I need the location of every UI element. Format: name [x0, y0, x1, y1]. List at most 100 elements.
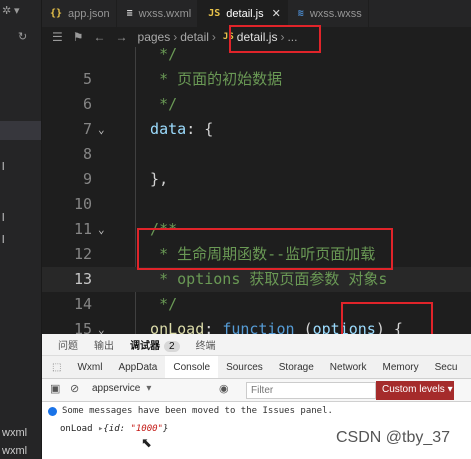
tab-detail-js[interactable]: JS detail.js ✕	[198, 0, 288, 27]
sidebar-toggle-icon[interactable]: ▣	[50, 382, 60, 395]
tab-label: wxss.wxml	[138, 7, 192, 20]
file-type-icon: ≋	[297, 8, 304, 19]
code-text: * 页面的初始数据	[132, 67, 282, 92]
panel-tab[interactable]: 问题	[58, 337, 78, 352]
code-line[interactable]: 8	[42, 142, 471, 167]
code-token: */	[132, 95, 178, 113]
code-token: data	[132, 120, 187, 138]
sidebar-file-fragment[interactable]: wxml	[2, 445, 27, 457]
count-badge: 2	[164, 341, 180, 352]
line-number: 10	[73, 195, 92, 213]
code-editor[interactable]: */5 * 页面的初始数据 6 */7 ⌄ data: {8 9 }, 10 11 ⌄ /*…	[42, 47, 471, 334]
code-text: */	[132, 47, 177, 67]
context-select-value: appservice	[92, 383, 141, 394]
watermark: CSDN @tby_37	[336, 429, 451, 446]
code-token: * 页面的初始数据	[132, 70, 283, 88]
code-text: */	[132, 92, 177, 117]
file-type-icon: {}	[50, 8, 63, 19]
editor-tab-bar: {} app.json ≡ wxss.wxml JS detail.js ✕ ≋ wxss.wx…	[42, 0, 471, 27]
refresh-icon[interactable]: ↻	[18, 30, 27, 43]
chevron-down-icon[interactable]: ▾	[14, 4, 20, 17]
devtools-tab-console[interactable]: Console	[165, 356, 219, 378]
line-number: 14	[73, 295, 92, 313]
chevron-right-icon: ›	[211, 30, 216, 44]
code-token: */	[132, 295, 178, 313]
forward-arrow-icon[interactable]: →	[116, 30, 128, 44]
code-line[interactable]: 13 * options 获取页面参数 对象s	[42, 267, 471, 292]
fold-chevron-icon[interactable]: ⌄	[98, 117, 105, 142]
highlight-box-options	[341, 302, 433, 338]
panel-tab-bar: 问题 输出 调试器 2 终端	[42, 334, 471, 356]
line-number: 8	[82, 145, 92, 163]
console-filter-bar: ▣ ⊘ appservice ▾ ◉ Custom levels ▾	[42, 379, 471, 402]
back-arrow-icon[interactable]: ←	[94, 30, 106, 44]
line-number: 9	[82, 170, 92, 188]
toggle-sidebar-icon[interactable]: ☰	[52, 30, 63, 44]
line-number: 7	[82, 120, 92, 138]
panel-tab[interactable]: 终端	[196, 337, 216, 352]
code-token: : {	[186, 120, 214, 138]
line-number: 6	[82, 95, 92, 113]
highlight-box-comment	[137, 228, 393, 270]
fold-chevron-icon[interactable]: ⌄	[98, 317, 105, 334]
code-token: },	[132, 170, 169, 188]
filter-input[interactable]	[246, 382, 376, 399]
panel-tab-label: 调试器	[130, 341, 160, 352]
code-line[interactable]: 9 },	[42, 167, 471, 192]
devtools-tab-appdata[interactable]: AppData	[110, 356, 165, 378]
sidebar-file-fragment[interactable]: l	[2, 234, 4, 246]
clear-console-icon[interactable]: ⊘	[70, 382, 79, 395]
devtools-tab-storage[interactable]: Storage	[271, 356, 322, 378]
breadcrumb-detail[interactable]: detail	[180, 30, 209, 44]
log-object-value: "1000"	[130, 424, 163, 434]
tab-app-json[interactable]: {} app.json	[42, 0, 117, 27]
panel-tab-label: 输出	[94, 341, 114, 352]
bug-icon[interactable]: ✲	[2, 4, 11, 17]
console-notice-text: Some messages have been moved to the Iss…	[62, 406, 333, 416]
log-levels-dropdown[interactable]: Custom levels ▾	[376, 381, 454, 400]
sidebar-file-fragment[interactable]: l	[2, 212, 4, 224]
bookmark-icon[interactable]: ⚑	[73, 30, 84, 44]
devtools-tab-memory[interactable]: Memory	[374, 356, 426, 378]
chevron-right-icon: ›	[173, 30, 178, 44]
code-token: (	[294, 320, 313, 334]
devtools-tab-secu[interactable]: Secu	[427, 356, 466, 378]
console-log-entry[interactable]: onLoad ▸{id: "1000"}	[60, 424, 168, 434]
line-number: 15	[73, 320, 92, 334]
tab-label: wxss.wxss	[309, 7, 362, 20]
console-notice: Some messages have been moved to the Iss…	[42, 404, 471, 419]
panel-tab[interactable]: 调试器 2	[130, 337, 180, 352]
sidebar-file-fragment[interactable]: wxml	[2, 427, 27, 439]
panel-tab-label: 问题	[58, 341, 78, 352]
eye-icon[interactable]: ◉	[219, 382, 229, 395]
code-token: onLoad	[132, 320, 205, 334]
explorer-sidebar: ✲ ▾ ↻ l l l wxml wxml	[0, 0, 42, 459]
panel-tab[interactable]: 输出	[94, 337, 114, 352]
info-icon	[48, 407, 57, 416]
log-object-open: {id:	[103, 424, 131, 434]
close-icon[interactable]: ✕	[272, 7, 281, 20]
code-token: */	[132, 47, 178, 63]
sidebar-selected-row[interactable]	[0, 121, 41, 140]
code-line[interactable]: 10	[42, 192, 471, 217]
line-number: 12	[73, 245, 92, 263]
tab-wxss-wxss[interactable]: ≋ wxss.wxss	[288, 0, 369, 27]
devtools-tab-wxml[interactable]: Wxml	[69, 356, 110, 378]
code-line[interactable]: 6 */	[42, 92, 471, 117]
code-text: data: {	[132, 117, 213, 142]
code-token: function	[222, 320, 295, 334]
devtools-tab-sources[interactable]: Sources	[218, 356, 271, 378]
fold-chevron-icon[interactable]: ⌄	[98, 217, 105, 242]
tab-label: detail.js	[226, 7, 264, 20]
devtools-tab-network[interactable]: Network	[322, 356, 375, 378]
code-text: },	[132, 167, 168, 192]
code-line[interactable]: 7 ⌄ data: {	[42, 117, 471, 142]
log-label: onLoad	[60, 424, 93, 434]
breadcrumb-pages[interactable]: pages	[138, 30, 171, 44]
inspect-icon[interactable]: ⬚	[42, 356, 69, 378]
mouse-cursor-icon: ⬉	[141, 435, 152, 450]
log-levels-label: Custom levels	[382, 384, 445, 395]
tab-wxss-wxml[interactable]: ≡ wxss.wxml	[117, 0, 199, 27]
sidebar-file-fragment[interactable]: l	[2, 161, 4, 173]
code-line[interactable]: 5 * 页面的初始数据	[42, 67, 471, 92]
